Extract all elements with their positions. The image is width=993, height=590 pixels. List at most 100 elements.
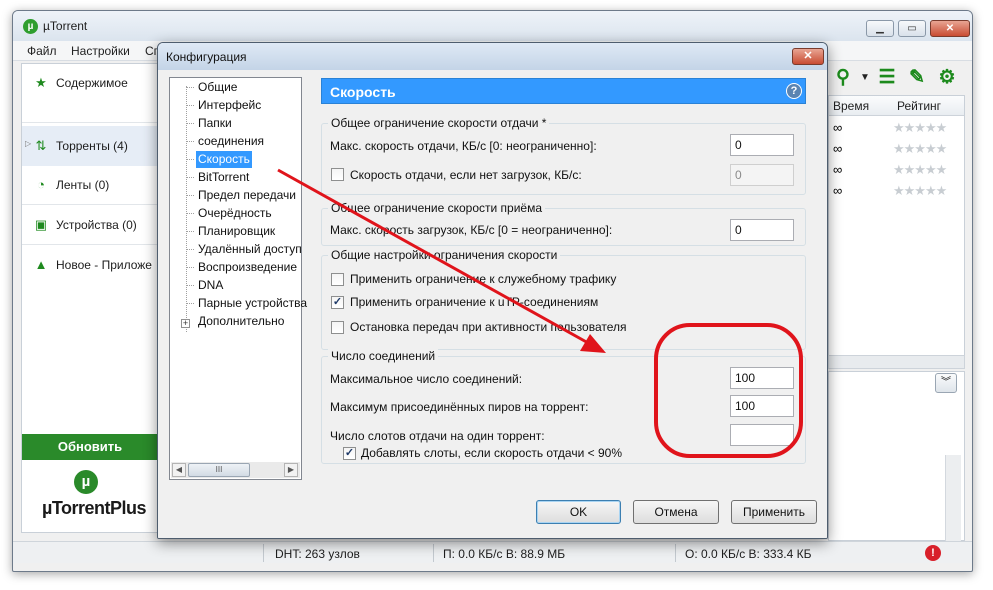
- sidebar-divider: [22, 244, 160, 245]
- tree-connector: [186, 105, 194, 106]
- no-download-upload-checkbox[interactable]: [331, 168, 344, 181]
- devices-icon: ▣: [34, 217, 48, 232]
- time-cell: ∞: [833, 141, 843, 156]
- no-download-upload-input[interactable]: 0: [730, 164, 794, 186]
- tree-item-interface[interactable]: Интерфейс: [196, 97, 263, 114]
- tree-item-advanced[interactable]: Дополнительно: [196, 313, 286, 330]
- max-upload-input[interactable]: 0: [730, 134, 794, 156]
- list-view-icon[interactable]: ☰: [876, 67, 898, 89]
- scroll-right-icon[interactable]: ▶: [284, 463, 298, 477]
- status-divider: [263, 544, 264, 562]
- sidebar-item-label: Устройства (0): [56, 218, 137, 232]
- table-row[interactable]: ∞ ★★★★★: [829, 118, 964, 139]
- utp-limit-checkbox[interactable]: ✓: [331, 296, 344, 309]
- sidebar-divider: [22, 204, 160, 205]
- dialog-title: Конфигурация: [166, 50, 247, 64]
- alert-icon[interactable]: !: [925, 545, 941, 561]
- tree-connector: [186, 267, 194, 268]
- utp-limit-label: Применить ограничение к uTP-соединениям: [350, 295, 599, 309]
- upload-slots-label: Число слотов отдачи на один торрент:: [330, 429, 545, 443]
- idle-stop-checkbox[interactable]: [331, 321, 344, 334]
- list-horizontal-scrollbar[interactable]: [828, 355, 965, 369]
- expand-arrow-icon[interactable]: ▷: [25, 139, 31, 148]
- sidebar-item-feeds[interactable]: ◔ Ленты (0): [22, 166, 160, 204]
- main-title-bar[interactable]: µ µTorrent ▁ ▭ ✕: [13, 11, 972, 41]
- dialog-close-button[interactable]: ✕: [792, 48, 824, 65]
- rating-stars[interactable]: ★★★★★: [893, 141, 947, 157]
- gear-icon[interactable]: ⚙: [936, 67, 958, 89]
- sidebar-item-apps[interactable]: ▲ Новое - Приложе: [22, 246, 160, 284]
- details-vertical-scrollbar[interactable]: [945, 455, 961, 541]
- tree-item-connection[interactable]: соединения: [196, 133, 266, 150]
- menu-file[interactable]: Файл: [27, 44, 57, 58]
- tree-connector: [186, 231, 194, 232]
- column-time[interactable]: Время: [833, 99, 869, 113]
- tree-item-bittorrent[interactable]: BitTorrent: [196, 169, 251, 186]
- status-upload: О: 0.0 КБ/с В: 333.4 КБ: [685, 547, 812, 561]
- extra-slots-label: Добавлять слоты, если скорость отдачи < …: [361, 446, 622, 460]
- tree-item-scheduler[interactable]: Планировщик: [196, 223, 277, 240]
- tree-item-paired-devices[interactable]: Парные устройства: [196, 295, 309, 312]
- tree-horizontal-scrollbar[interactable]: ◀ III ▶: [171, 462, 300, 478]
- tree-item-speed[interactable]: Скорость: [196, 151, 252, 168]
- status-download: П: 0.0 КБ/с В: 88.9 МБ: [443, 547, 566, 561]
- update-button[interactable]: Обновить: [22, 434, 158, 460]
- table-row[interactable]: ∞ ★★★★★: [829, 139, 964, 160]
- rating-stars[interactable]: ★★★★★: [893, 183, 947, 199]
- table-row[interactable]: ∞ ★★★★★: [829, 181, 964, 202]
- sidebar-item-devices[interactable]: ▣ Устройства (0): [22, 206, 160, 244]
- status-dht: DHT: 263 узлов: [275, 547, 360, 561]
- rating-stars[interactable]: ★★★★★: [893, 162, 947, 178]
- utorrent-plus-banner[interactable]: µ µTorrentPlus: [22, 464, 158, 532]
- sidebar-divider: [22, 122, 160, 123]
- tree-item-queueing[interactable]: Очерёдность: [196, 205, 274, 222]
- utorrent-logo-icon: µ: [23, 19, 38, 34]
- status-bar: DHT: 263 узлов П: 0.0 КБ/с В: 88.9 МБ О:…: [13, 541, 972, 563]
- scroll-left-icon[interactable]: ◀: [172, 463, 186, 477]
- max-connections-label: Максимальное число соединений:: [330, 372, 523, 386]
- sidebar-item-label: Содержимое: [56, 76, 128, 90]
- tree-expand-icon[interactable]: +: [181, 319, 190, 328]
- torrent-list: Время Рейтинг ∞ ★★★★★ ∞ ★★★★★ ∞ ★★★★★ ∞ …: [828, 95, 965, 365]
- dropdown-icon[interactable]: ▼: [854, 67, 876, 89]
- minimize-button[interactable]: ▁: [866, 20, 894, 37]
- help-icon[interactable]: ?: [786, 83, 802, 99]
- sidebar-item-torrents[interactable]: ▷ ⇅ Торренты (4): [22, 126, 160, 166]
- cancel-button[interactable]: Отмена: [633, 500, 719, 524]
- rating-stars[interactable]: ★★★★★: [893, 120, 947, 136]
- status-divider: [675, 544, 676, 562]
- sidebar-item-label: Новое - Приложе: [56, 258, 152, 272]
- overhead-limit-checkbox[interactable]: [331, 273, 344, 286]
- tree-item-remote[interactable]: Удалённый доступ: [196, 241, 304, 258]
- extra-slots-checkbox[interactable]: ✓: [343, 447, 356, 460]
- close-button[interactable]: ✕: [930, 20, 970, 37]
- sidebar-item-label: Торренты (4): [56, 139, 128, 153]
- scroll-thumb[interactable]: III: [188, 463, 250, 477]
- page-title-bar: Скорость ?: [321, 78, 806, 104]
- apps-icon: ▲: [34, 257, 48, 272]
- menu-settings[interactable]: Настройки: [71, 44, 130, 58]
- apply-button[interactable]: Применить: [731, 500, 817, 524]
- table-row[interactable]: ∞ ★★★★★: [829, 160, 964, 181]
- rss-icon: ◔: [37, 177, 45, 192]
- ok-button[interactable]: OK: [536, 500, 621, 524]
- search-icon[interactable]: ⚲: [832, 67, 854, 89]
- max-download-input[interactable]: 0: [730, 219, 794, 241]
- sidebar-item-content[interactable]: ★ Содержимое: [22, 64, 160, 102]
- tree-connector: [186, 213, 194, 214]
- tree-item-dna[interactable]: DNA: [196, 277, 225, 294]
- tree-item-playback[interactable]: Воспроизведение: [196, 259, 299, 276]
- collapse-details-button[interactable]: ︾: [935, 373, 957, 393]
- list-header: Время Рейтинг: [829, 96, 964, 116]
- dialog-title-bar[interactable]: Конфигурация ✕: [158, 43, 827, 70]
- maximize-button[interactable]: ▭: [898, 20, 926, 37]
- column-rating[interactable]: Рейтинг: [897, 99, 941, 113]
- no-download-upload-label: Скорость отдачи, если нет загрузок, КБ/с…: [350, 168, 582, 182]
- tree-item-general[interactable]: Общие: [196, 79, 239, 96]
- window-title: µTorrent: [43, 19, 88, 33]
- tree-item-transfer-cap[interactable]: Предел передачи: [196, 187, 298, 204]
- utorrent-plus-text: µTorrentPlus: [42, 498, 147, 518]
- remote-icon[interactable]: ✎: [906, 67, 928, 89]
- tree-item-folders[interactable]: Папки: [196, 115, 234, 132]
- idle-stop-label: Остановка передач при активности пользов…: [350, 320, 627, 334]
